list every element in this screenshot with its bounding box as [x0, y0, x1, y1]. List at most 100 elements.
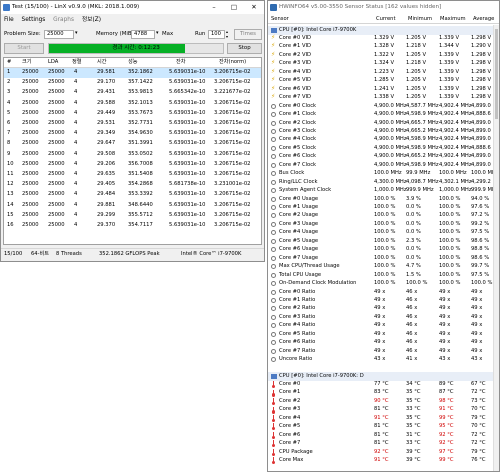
col-header-gflops[interactable]: 성능 [128, 59, 138, 65]
col-header-residual[interactable]: 잔차 [176, 59, 186, 65]
table-row[interactable]: 2 25000 25000 4 29.170 357.1422 5.639031e-10 3.… [4, 78, 261, 88]
table-row[interactable]: 16 25000 25000 4 29.370 354.7117 5.639031e-10 3… [4, 221, 261, 231]
sensor-row[interactable]: Core #1 Ratio 49 x 46 x 49 x 49 x [268, 296, 493, 305]
sensor-group-header[interactable]: CPU [#0]: Intel Core i7-9700K: D [268, 372, 493, 381]
sensor-row[interactable]: Core #0 Usage 100.0 % 3.9 % 100.0 % 94.0 % [268, 195, 493, 204]
sensor-row[interactable]: Core #2 Clock 4,900.0 MHz 4,665.7 MHz 4,902… [268, 119, 493, 128]
sensor-row[interactable]: Total CPU Usage 100.0 % 1.5 % 100.0 % 97.5 % [268, 271, 493, 280]
sensor-row[interactable]: ⚡ Core #4 VID 1.223 V 1.205 V 1.339 V 1.298 V [268, 68, 493, 77]
sensor-row[interactable]: Core #1 83 °C 35 °C 87 °C 72 °C [268, 389, 493, 398]
menu-settings[interactable]: Settings [22, 17, 46, 23]
sensor-row[interactable]: Core #4 Ratio 49 x 46 x 49 x 49 x [268, 322, 493, 331]
sensor-row[interactable]: System Agent Clock 1,000.0 MHz 999.9 MHz 1,… [268, 187, 493, 196]
sensor-row[interactable]: Core #7 81 °C 33 °C 92 °C 72 °C [268, 440, 493, 449]
table-row[interactable]: 11 25000 25000 4 29.635 351.5408 5.639031e-10 3… [4, 170, 261, 180]
sensor-row[interactable]: ⚡ Core #2 VID 1.322 V 1.205 V 1.339 V 1.298 V [268, 51, 493, 60]
sensor-row[interactable]: Core #4 91 °C 35 °C 99 °C 79 °C [268, 414, 493, 423]
hwinfo-title-bar[interactable]: HWiNFO64 v5.00-3550 Sensor Status [162 v… [268, 1, 499, 14]
sensor-row[interactable]: Core #7 Usage 100.0 % 0.0 % 100.0 % 98.6 % [268, 254, 493, 263]
sensor-row[interactable]: ⚡ Core #7 VID 1.338 V 1.205 V 1.339 V 1.298 V [268, 94, 493, 103]
table-row[interactable]: 14 25000 25000 4 29.881 348.6440 5.639031e-10 3… [4, 201, 261, 211]
table-row[interactable]: 15 25000 25000 4 29.299 355.5712 5.639031e-10 3… [4, 211, 261, 221]
sensor-row[interactable]: Bus Clock 100.0 MHz 99.9 MHz 100.0 MHz 100.0… [268, 170, 493, 179]
sensor-row[interactable]: Core #0 Ratio 49 x 46 x 49 x 49 x [268, 288, 493, 297]
table-row[interactable]: 7 25000 25000 4 29.349 354.9630 5.639031e-10 3.… [4, 129, 261, 139]
table-row[interactable]: 4 25000 25000 4 29.588 352.1013 5.639031e-10 3.… [4, 99, 261, 109]
sensor-row[interactable]: Core #0 77 °C 34 °C 89 °C 67 °C [268, 380, 493, 389]
sensor-row[interactable]: CPU Package 92 °C 39 °C 97 °C 79 °C [268, 448, 493, 457]
col-header-maximum[interactable]: Maximum [440, 16, 466, 22]
run-count-input[interactable]: 100 [208, 30, 225, 39]
sensor-row[interactable]: Core #7 Clock 4,900.0 MHz 4,598.9 MHz 4,902… [268, 161, 493, 170]
table-row[interactable]: 13 25000 25000 4 29.484 353.3392 5.639031e-10 3… [4, 190, 261, 200]
col-header-average[interactable]: Average [473, 16, 494, 22]
sensor-row[interactable]: Core #3 Clock 4,900.0 MHz 4,665.2 MHz 4,902… [268, 127, 493, 136]
sensor-row[interactable]: On-Demand Clock Modulation 100.0 % 100.0 %… [268, 280, 493, 289]
menu-graphs[interactable]: Graphs [53, 17, 74, 23]
sensor-row[interactable]: Core #5 81 °C 35 °C 95 °C 70 °C [268, 423, 493, 432]
table-row[interactable]: 10 25000 25000 4 29.206 356.7008 5.639031e-10 3… [4, 160, 261, 170]
col-header-lda[interactable]: LDA [48, 59, 58, 65]
table-row[interactable]: 3 25000 25000 4 29.431 353.9813 5.665342e-10 3.… [4, 88, 261, 98]
col-header-minimum[interactable]: Minimum [408, 16, 432, 22]
sensor-row[interactable]: ⚡ Core #3 VID 1.324 V 1.218 V 1.339 V 1.298 V [268, 60, 493, 69]
menu-info[interactable]: 정보(Z) [82, 17, 101, 23]
sensor-row[interactable]: Core #1 Clock 4,900.0 MHz 4,598.9 MHz 4,902… [268, 111, 493, 120]
sensor-row[interactable]: Core #5 Ratio 49 x 46 x 49 x 49 x [268, 330, 493, 339]
minimize-button[interactable]: – [204, 1, 224, 14]
sensor-row[interactable]: Core #4 Usage 100.0 % 0.0 % 100.0 % 97.5 % [268, 229, 493, 238]
col-header-align[interactable]: 정렬 [72, 59, 82, 65]
maximize-button[interactable]: □ [224, 1, 244, 14]
memory-dropdown-icon[interactable]: ▾ [156, 31, 159, 36]
sensor-row[interactable]: Core #6 Ratio 49 x 46 x 49 x 49 x [268, 339, 493, 348]
results-table[interactable]: # 크기 LDA 정렬 시간 성능 잔차 잔차(norm) 1 25000 2500… [3, 57, 262, 245]
sensor-row[interactable]: Core #3 81 °C 33 °C 91 °C 70 °C [268, 406, 493, 415]
sensor-row[interactable]: Core #4 Clock 4,900.0 MHz 4,598.9 MHz 4,902… [268, 136, 493, 145]
col-header-index[interactable]: # [7, 59, 11, 65]
sensor-row[interactable]: Core Max 91 °C 39 °C 99 °C 76 °C [268, 457, 493, 466]
run-count-stepper-icon[interactable]: ▴ ▾ [226, 29, 228, 39]
table-row[interactable]: 8 25000 25000 4 29.647 351.3991 5.639031e-10 3.… [4, 139, 261, 149]
linx-title-bar[interactable]: Test (15/100) - LinX v0.9.0 (MKL: 2018.1… [1, 1, 264, 14]
sensor-row[interactable]: Core #6 Clock 4,900.0 MHz 4,665.2 MHz 4,902… [268, 153, 493, 162]
sensor-row[interactable]: Core #3 Usage 100.0 % 0.0 % 100.0 % 99.2 % [268, 220, 493, 229]
table-row[interactable]: 1 25000 25000 4 29.581 352.1862 5.639031e-10 3.… [4, 68, 261, 78]
col-header-size[interactable]: 크기 [22, 59, 32, 65]
sensor-group-header[interactable]: CPU [#0]: Intel Core i7-9700K [268, 26, 493, 35]
table-row[interactable]: 12 25000 25000 4 29.405 354.2868 5.681738e-10 3… [4, 180, 261, 190]
sensor-row[interactable]: Core #3 Ratio 49 x 46 x 49 x 49 x [268, 313, 493, 322]
sensor-row[interactable]: Uncore Ratio 43 x 41 x 43 x 43 x [268, 356, 493, 365]
sensor-row[interactable]: Core #0 Clock 4,900.0 MHz 4,587.7 MHz 4,902… [268, 102, 493, 111]
sensor-row[interactable]: Core #2 Usage 100.0 % 0.0 % 100.0 % 97.2 % [268, 212, 493, 221]
col-header-current[interactable]: Current [376, 16, 395, 22]
sensor-row[interactable]: Core #5 Clock 4,900.0 MHz 4,598.9 MHz 4,902… [268, 144, 493, 153]
sensor-row[interactable]: Ring/LLC Clock 4,300.0 MHz 4,098.7 MHz 4,30… [268, 178, 493, 187]
sensor-row[interactable]: Core #2 90 °C 35 °C 98 °C 73 °C [268, 397, 493, 406]
sensor-row[interactable]: ⚡ Core #5 VID 1.285 V 1.205 V 1.339 V 1.298 V [268, 77, 493, 86]
sensor-row[interactable]: Core #7 Ratio 49 x 46 x 49 x 49 x [268, 347, 493, 356]
sensor-row[interactable]: Core #5 Usage 100.0 % 2.3 % 100.0 % 98.6 % [268, 237, 493, 246]
sensor-row[interactable]: Max CPU/Thread Usage 100.0 % 4.7 % 100.0 % 9… [268, 263, 493, 272]
sensor-row[interactable]: ⚡ Core #6 VID 1.241 V 1.205 V 1.339 V 1.298 V [268, 85, 493, 94]
max-label[interactable]: Max [162, 31, 173, 37]
sensor-row[interactable]: ⚡ Core #1 VID 1.328 V 1.218 V 1.344 V 1.290 V [268, 43, 493, 52]
problem-size-dropdown-icon[interactable]: ▾ [75, 31, 78, 36]
sensor-row[interactable]: Core #2 Ratio 49 x 46 x 49 x 49 x [268, 305, 493, 314]
table-row[interactable]: 5 25000 25000 4 29.449 353.7673 5.639031e-10 3.… [4, 109, 261, 119]
table-row[interactable]: 6 25000 25000 4 29.531 352.7731 5.639031e-10 3.… [4, 119, 261, 129]
sensor-row[interactable]: Core #6 Usage 100.0 % 0.0 % 100.0 % 98.8 % [268, 246, 493, 255]
sensor-row[interactable]: Core #6 81 °C 31 °C 92 °C 72 °C [268, 431, 493, 440]
start-button[interactable]: Start [4, 43, 44, 54]
stop-button[interactable]: Stop [227, 43, 262, 54]
table-row[interactable]: 9 25000 25000 4 29.508 353.0502 5.639031e-10 3.… [4, 150, 261, 160]
col-header-residual-norm[interactable]: 잔차(norm) [219, 59, 246, 65]
times-button[interactable]: Times [234, 29, 262, 40]
problem-size-input[interactable]: 25000 [44, 30, 74, 39]
sensor-scrollbar-thumb[interactable] [495, 29, 498, 119]
col-header-sensor[interactable]: Sensor [271, 16, 289, 22]
sensor-row[interactable]: Core #1 Usage 100.0 % 0.0 % 100.0 % 97.6 % [268, 203, 493, 212]
col-header-time[interactable]: 시간 [97, 59, 107, 65]
sensor-row[interactable]: ⚡ Core #0 VID 1.329 V 1.205 V 1.339 V 1.298 V [268, 34, 493, 43]
sensor-scrollbar[interactable] [493, 25, 499, 471]
memory-input[interactable]: 4788 [131, 30, 155, 39]
